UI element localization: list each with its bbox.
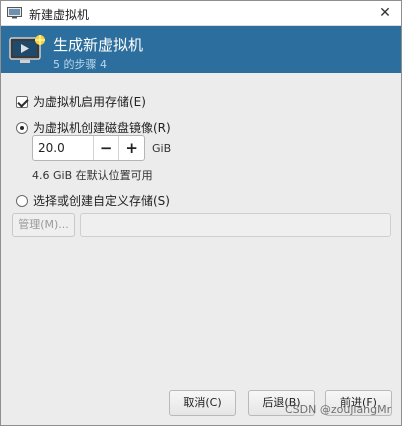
custom-storage-label[interactable]: 选择或创建自定义存储(S)	[33, 192, 170, 209]
create-disk-radio[interactable]	[16, 121, 28, 134]
create-disk-row[interactable]: 为虚拟机创建磁盘镜像(R)	[16, 119, 171, 136]
enable-storage-row[interactable]: 为虚拟机启用存储(E)	[16, 93, 146, 110]
window-title: 新建虚拟机	[29, 8, 90, 22]
close-button[interactable]: ✕	[375, 3, 395, 23]
wizard-title: 生成新虚拟机	[53, 36, 144, 54]
disk-size-input[interactable]: 20.0	[33, 136, 93, 160]
increment-button[interactable]: +	[118, 136, 144, 160]
wizard-step: 5 的步骤 4	[53, 58, 107, 71]
virt-manager-icon	[7, 7, 22, 19]
monitor-play-icon	[9, 34, 47, 68]
custom-storage-row[interactable]: 选择或创建自定义存储(S)	[16, 192, 170, 209]
title-bar[interactable]: 新建虚拟机 ✕	[1, 1, 401, 26]
custom-storage-radio[interactable]	[16, 194, 28, 207]
disk-size-unit: GiB	[152, 142, 172, 155]
disk-size-spinner[interactable]: 20.0 − +	[32, 135, 145, 161]
free-space-text: 4.6 GiB 在默认位置可用	[32, 169, 153, 182]
close-icon: ✕	[379, 5, 391, 21]
dialog-window: 新建虚拟机 ✕ 生成新虚拟机 5 的步骤 4 为虚拟机启用存储(E) 为虚拟机创…	[0, 0, 402, 426]
cancel-button[interactable]: 取消(C)	[169, 390, 236, 416]
wizard-header: 生成新虚拟机 5 的步骤 4	[1, 26, 401, 73]
enable-storage-checkbox[interactable]	[16, 95, 28, 108]
decrement-button[interactable]: −	[92, 136, 119, 160]
create-disk-label[interactable]: 为虚拟机创建磁盘镜像(R)	[33, 119, 171, 136]
custom-path-input[interactable]	[80, 213, 391, 237]
watermark: CSDN @zoujiangMr	[285, 403, 392, 416]
enable-storage-label[interactable]: 为虚拟机启用存储(E)	[33, 93, 146, 110]
manage-button[interactable]: 管理(M)...	[12, 213, 75, 237]
